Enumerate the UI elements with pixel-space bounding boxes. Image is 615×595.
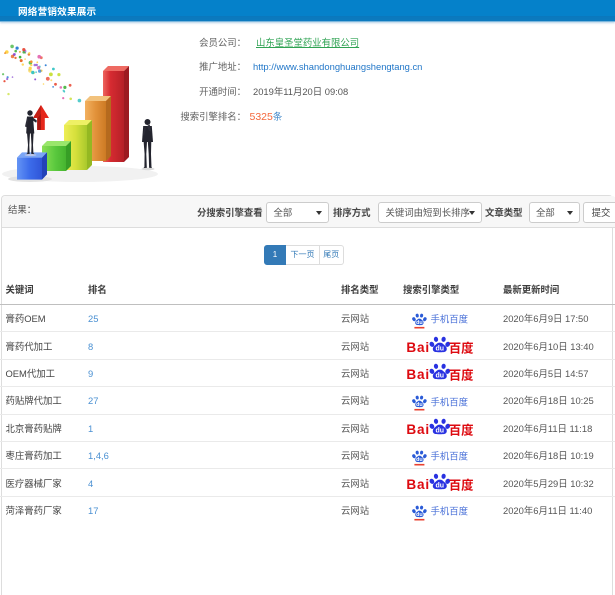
svg-text:du: du	[436, 428, 445, 435]
svg-text:百度: 百度	[449, 421, 474, 438]
svg-text:Bai: Bai	[406, 340, 430, 355]
svg-text:du: du	[436, 346, 445, 353]
svg-text:du: du	[416, 457, 423, 463]
svg-text:du: du	[436, 483, 445, 490]
svg-text:Bai: Bai	[406, 477, 430, 492]
svg-text:Bai: Bai	[406, 368, 430, 383]
svg-text:du: du	[436, 373, 445, 380]
svg-text:Bai: Bai	[406, 422, 430, 437]
svg-text:du: du	[416, 512, 423, 518]
svg-text:百度: 百度	[449, 366, 474, 383]
svg-text:du: du	[416, 320, 423, 326]
svg-text:百度: 百度	[449, 476, 474, 493]
svg-text:百度: 百度	[449, 339, 474, 356]
svg-text:du: du	[416, 402, 423, 408]
